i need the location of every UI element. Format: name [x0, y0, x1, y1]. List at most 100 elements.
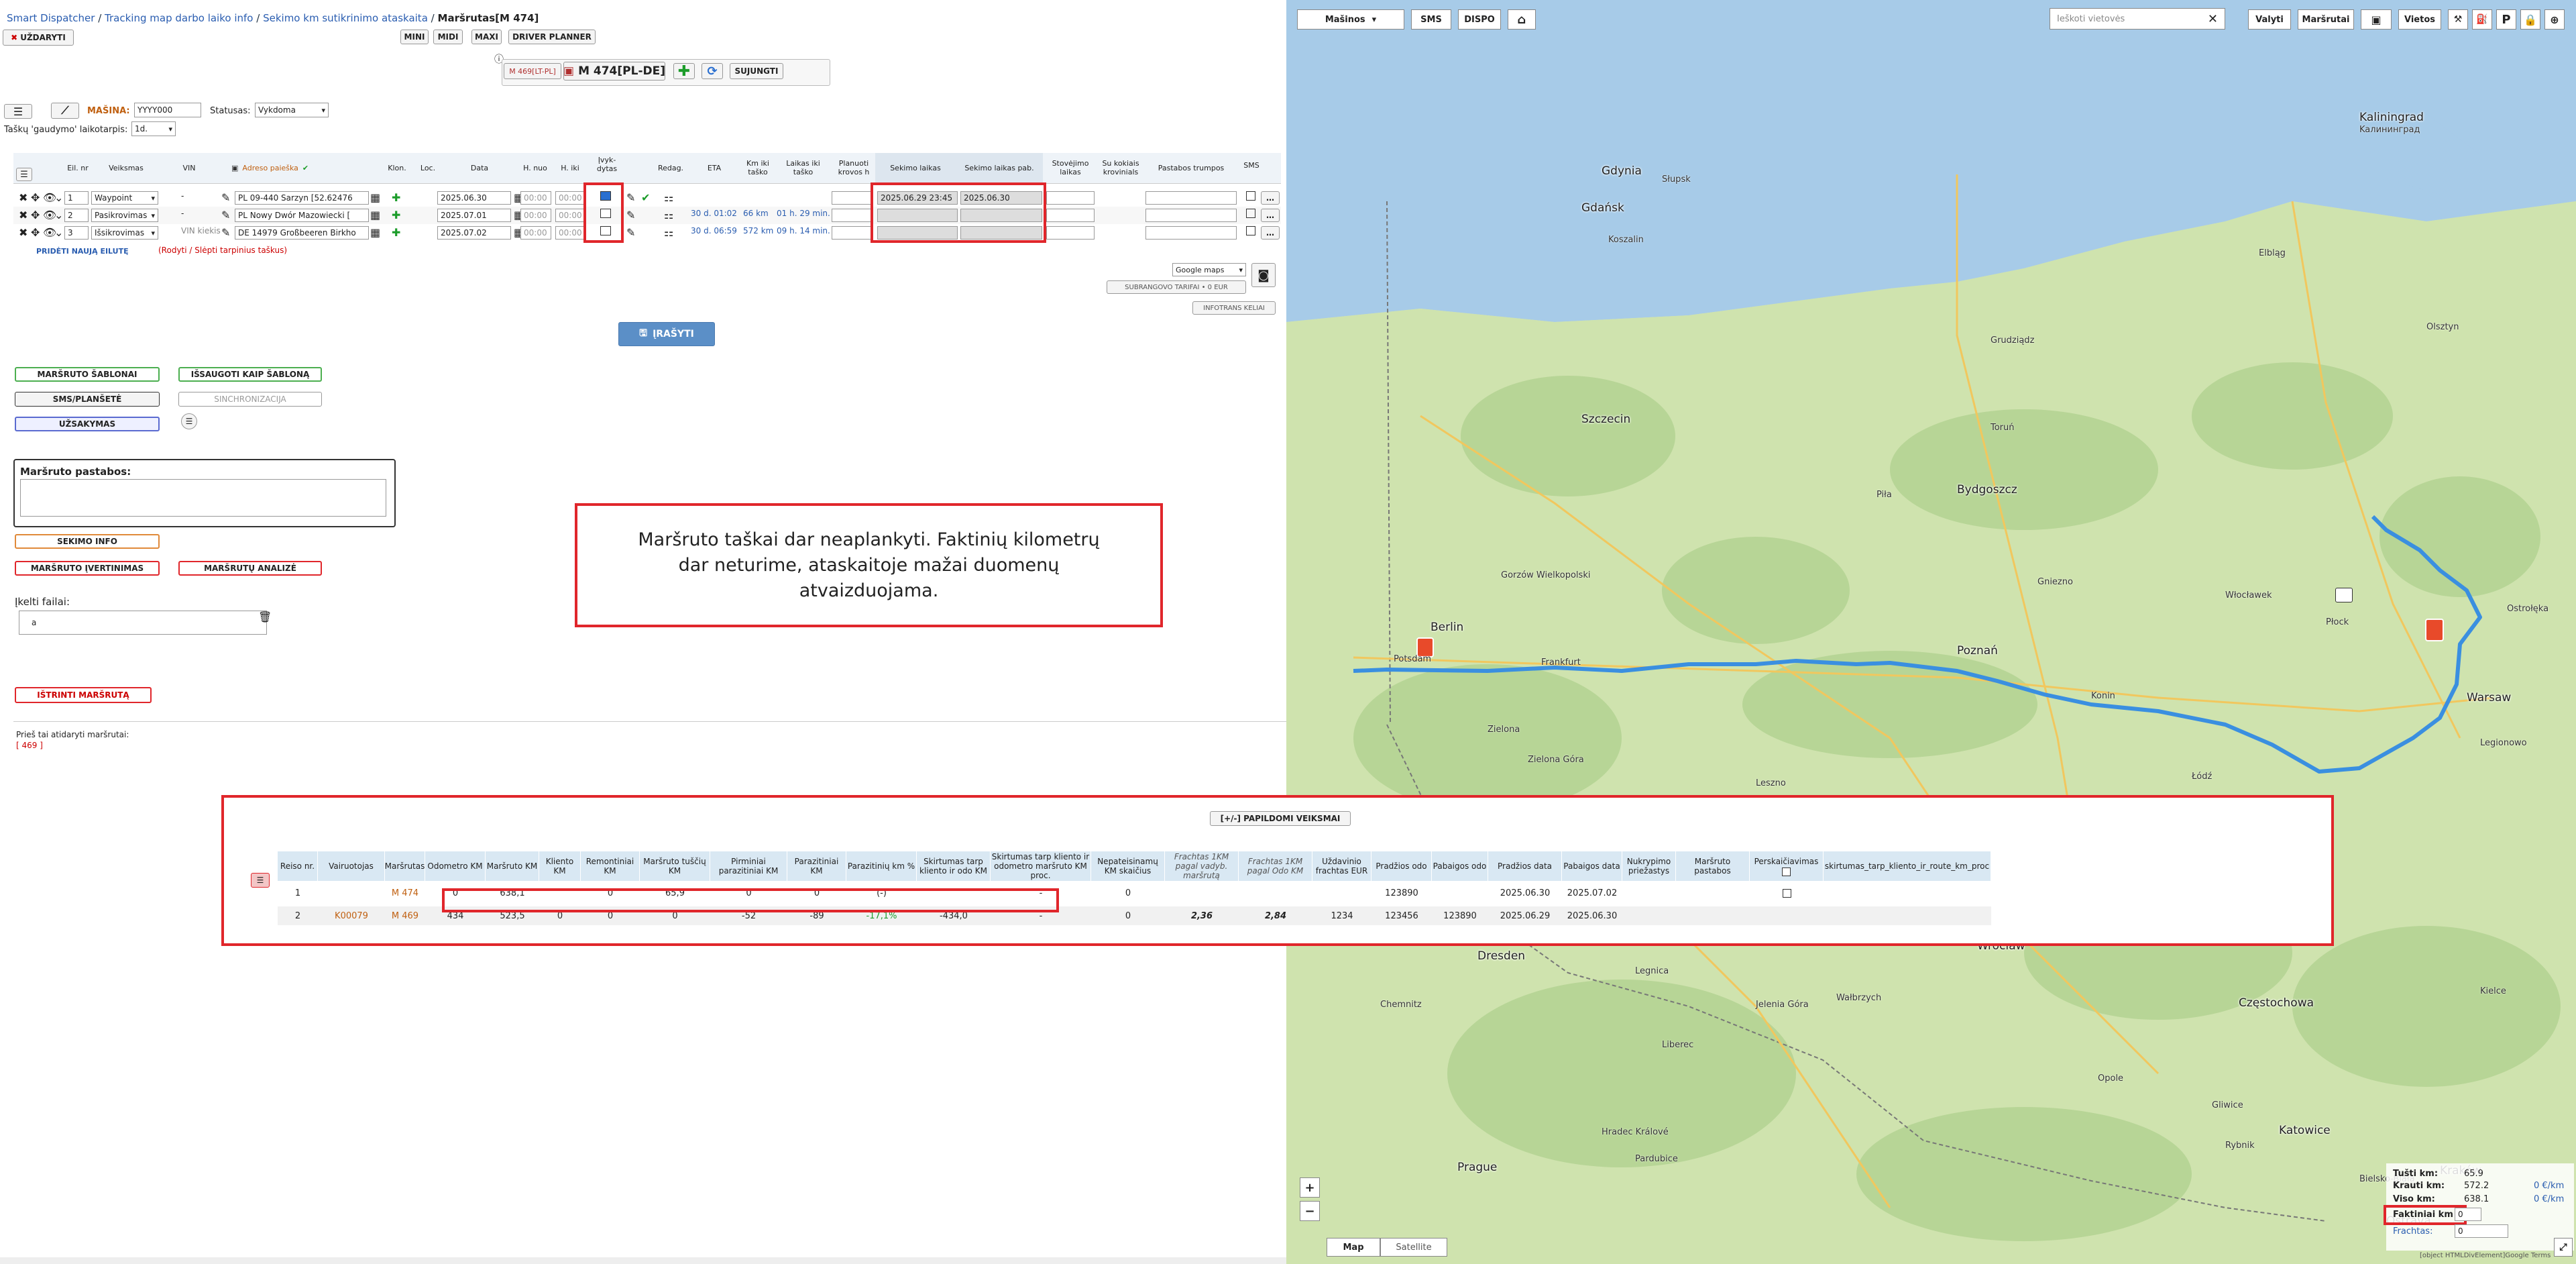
view-row-icon[interactable]: 👁	[43, 191, 56, 205]
edit-address-icon[interactable]: ✎	[221, 191, 233, 205]
prev-routes-link[interactable]: [ 469 ]	[16, 741, 43, 750]
row-h-nuo-input[interactable]: 00:00	[520, 191, 551, 205]
delete-row-icon[interactable]: ✖	[19, 191, 31, 205]
trash-icon[interactable]: 🗑	[258, 611, 272, 623]
row-pastabos-input[interactable]	[1145, 191, 1237, 205]
marsrutai-button[interactable]: Maršrutai	[2298, 9, 2354, 30]
split-icon[interactable]: ⚏	[664, 191, 676, 205]
overlay-menu-icon[interactable]: ☰	[251, 873, 270, 888]
split-icon[interactable]: ⚏	[664, 209, 676, 222]
chart-icon[interactable]: ⟋	[51, 103, 79, 119]
truck-icon[interactable]: ▣	[2361, 9, 2392, 30]
menu-icon[interactable]: ☰	[4, 104, 32, 119]
maxi-button[interactable]: MAXI	[471, 30, 502, 44]
row-stovejimo-input[interactable]	[1046, 226, 1095, 240]
row-more-button[interactable]: …	[1261, 191, 1280, 205]
calendar-icon[interactable]: ▦	[370, 191, 382, 205]
overlay-cell[interactable]: M 474	[385, 884, 425, 902]
overlay-cell[interactable]	[1750, 906, 1824, 925]
delete-row-icon[interactable]: ✖	[19, 226, 31, 240]
row-pastabos-input[interactable]	[1145, 209, 1237, 222]
confirmed-icon[interactable]: ✔	[641, 191, 653, 205]
row-planuoti-input[interactable]	[832, 209, 873, 222]
uzsakymas-button[interactable]: UŽSAKYMAS	[15, 417, 160, 431]
faktiniai-input[interactable]: 0	[2455, 1208, 2481, 1221]
valyti-button[interactable]: Valyti	[2248, 9, 2291, 30]
row-sms-checkbox[interactable]	[1246, 209, 1255, 218]
row-veiksmas-select[interactable]: Išsikrovimas	[91, 226, 158, 240]
move-row-icon[interactable]: ✥	[31, 226, 43, 240]
calendar-icon[interactable]: ▦	[370, 226, 382, 240]
map-provider-select[interactable]: Google maps	[1172, 263, 1246, 276]
table-menu-icon[interactable]: ☰	[16, 168, 32, 181]
perskaiciavimas-row-checkbox[interactable]	[1782, 888, 1791, 898]
edit-address-icon[interactable]: ✎	[221, 226, 233, 240]
papildomi-toggle-button[interactable]: [+/-] PAPILDOMI VEIKSMAI	[1210, 811, 1351, 826]
calendar-icon[interactable]: ▦	[370, 209, 382, 222]
move-row-icon[interactable]: ✥	[31, 209, 43, 222]
midi-button[interactable]: MIDI	[433, 30, 463, 44]
row-h-iki-input[interactable]: 00:00	[555, 226, 586, 240]
row-veiksmas-select[interactable]: Waypoint	[91, 191, 158, 205]
row-veiksmas-select[interactable]: Pasikrovimas	[91, 209, 158, 222]
list-icon[interactable]: ☰	[181, 413, 197, 429]
istrinti-button[interactable]: IŠTRINTI MARŠRUTĄ	[15, 687, 152, 703]
row-sms-checkbox[interactable]	[1246, 191, 1255, 201]
row-planuoti-input[interactable]	[832, 226, 873, 240]
row-planuoti-input[interactable]	[832, 191, 873, 205]
overlay-cell[interactable]: K00079	[318, 906, 385, 925]
globe-icon[interactable]: ⊕	[2544, 9, 2565, 30]
taskai-select[interactable]: 1d.	[131, 121, 176, 136]
analize-button[interactable]: MARŠRUTŲ ANALIZĖ	[178, 561, 322, 576]
row-date-input[interactable]: 2025.07.02	[437, 226, 511, 240]
join-button[interactable]: SUJUNGTI	[730, 63, 783, 79]
home-icon[interactable]: ⌂	[1508, 9, 1536, 30]
split-icon[interactable]: ⚏	[664, 226, 676, 240]
breadcrumb-link-smart-dispatcher[interactable]: Smart Dispatcher	[7, 12, 95, 24]
zoom-out-button[interactable]: −	[1300, 1201, 1320, 1221]
map-panel[interactable]: Gdynia Gdańsk Kaliningrad Kaлининград Szczec…	[1286, 0, 2576, 1264]
row-h-nuo-input[interactable]: 00:00	[520, 226, 551, 240]
close-icon[interactable]: ✕	[2208, 12, 2218, 26]
row-stovejimo-input[interactable]	[1046, 209, 1095, 222]
infotrans-button[interactable]: INFOTRANS KELIAI	[1192, 301, 1276, 315]
sekimo-info-button[interactable]: SEKIMO INFO	[15, 534, 160, 549]
save-button[interactable]: 🖫 ĮRAŠYTI	[618, 322, 715, 346]
row-stovejimo-input[interactable]	[1046, 191, 1095, 205]
vietos-button[interactable]: Vietos	[2398, 9, 2441, 30]
breadcrumb-link-tracking[interactable]: Tracking map darbo laiko info	[105, 12, 253, 24]
edit-address-icon[interactable]: ✎	[221, 209, 233, 222]
overlay-cell[interactable]	[1750, 884, 1824, 902]
show-hide-link[interactable]: (Rodyti / Slėpti tarpinius taškus)	[158, 246, 287, 255]
perskaiciavimas-checkbox[interactable]	[1782, 867, 1791, 876]
lock-icon[interactable]: 🔒	[2520, 9, 2540, 30]
row-nr-input[interactable]: 1	[64, 191, 89, 205]
row-address-input[interactable]: PL 09-440 Sarzyn [52.62476	[235, 191, 369, 205]
close-button[interactable]: ✖ UŽDARYTI	[3, 30, 74, 46]
row-nr-input[interactable]: 2	[64, 209, 89, 222]
sms-plansete-button[interactable]: SMS/PLANŠETĖ	[15, 392, 160, 407]
row-more-button[interactable]: …	[1261, 209, 1280, 222]
prev-route-button[interactable]: M 469[LT-PL]	[504, 63, 561, 79]
issaugoti-button[interactable]: IŠSAUGOTI KAIP ŠABLONĄ	[178, 367, 322, 382]
subrangovo-button[interactable]: SUBRANGOVO TARIFAI • 0 EUR	[1107, 280, 1246, 294]
driver-planner-button[interactable]: DRIVER PLANNER	[508, 30, 596, 44]
add-route-button[interactable]: ✚	[673, 63, 695, 80]
statusas-select[interactable]: Vykdoma	[255, 103, 329, 117]
files-input[interactable]: a	[19, 611, 267, 635]
parking-icon[interactable]: P	[2496, 9, 2516, 30]
mini-button[interactable]: MINI	[400, 30, 429, 44]
notes-textarea[interactable]	[20, 479, 386, 517]
satellite-tab[interactable]: Satellite	[1380, 1238, 1447, 1257]
sinchronizacija-button[interactable]: SINCHRONIZACIJA	[178, 392, 322, 407]
row-address-input[interactable]: DE 14979 Großbeeren Birkho	[235, 226, 369, 240]
row-h-nuo-input[interactable]: 00:00	[520, 209, 551, 222]
masina-input[interactable]: YYYY000	[134, 103, 201, 117]
view-row-icon[interactable]: 👁	[43, 209, 56, 222]
breadcrumb-link-sekimo[interactable]: Sekimo km sutikrinimo ataskaita	[263, 12, 428, 24]
row-more-button[interactable]: …	[1261, 226, 1280, 240]
tools-icon[interactable]: ⚒	[2448, 9, 2468, 30]
gas-station-icon[interactable]: ⛽	[2472, 9, 2492, 30]
masinos-button[interactable]: Mašinos ▾	[1297, 9, 1404, 30]
zoom-in-button[interactable]: +	[1300, 1177, 1320, 1198]
